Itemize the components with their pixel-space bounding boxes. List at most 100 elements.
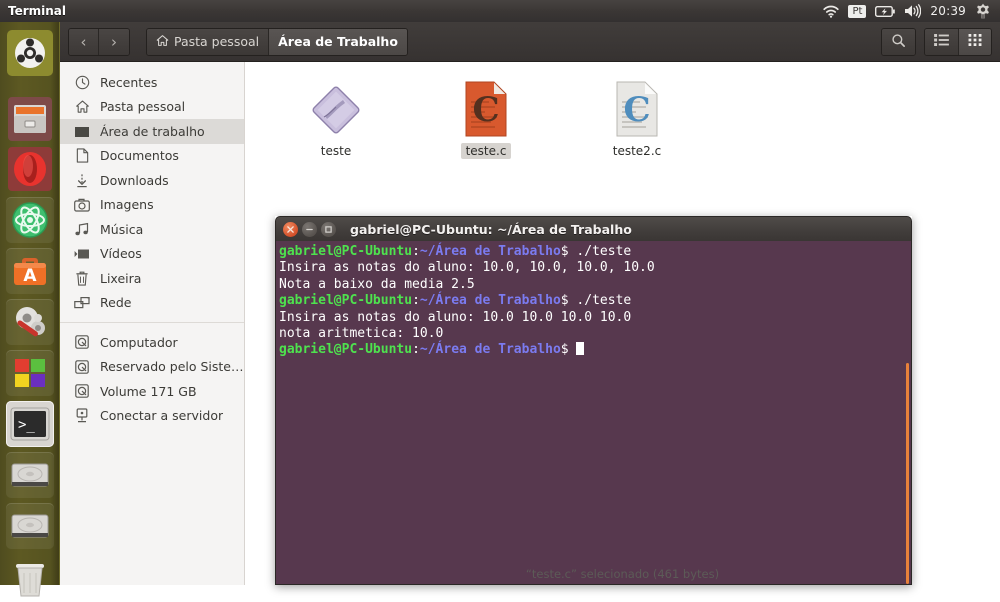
wifi-icon[interactable] — [823, 0, 840, 22]
sidebar-item-lixeira[interactable]: Lixeira — [60, 266, 244, 291]
terminal-prompt-user: gabriel@PC-Ubuntu — [279, 244, 413, 259]
sidebar-item-label: Reservado pelo Sistema — [100, 359, 244, 375]
file-item-label: teste2.c — [612, 144, 662, 158]
maximize-button[interactable] — [321, 221, 336, 237]
sidebar-item-videos[interactable]: Vídeos — [60, 242, 244, 267]
terminal-prompt-path: ~/Área de Trabalho — [419, 244, 561, 259]
home-icon — [74, 99, 90, 115]
breadcrumb-item-desktop-label: Área de Trabalho — [278, 34, 398, 49]
drive-icon — [74, 334, 90, 350]
disk-volume-icon[interactable] — [6, 452, 54, 498]
sidebar-item-recentes[interactable]: Recentes — [60, 70, 244, 95]
sidebar-item-label: Downloads — [100, 172, 169, 188]
sidebar-item-imagens[interactable]: Imagens — [60, 193, 244, 218]
terminal-prompt-end: $ — [560, 244, 569, 259]
folder-icon — [74, 123, 90, 139]
sidebar-item-label: Imagens — [100, 197, 154, 213]
sidebar-item-documentos[interactable]: Documentos — [60, 144, 244, 169]
terminal-command: ./teste — [568, 293, 632, 309]
clock[interactable]: 20:39 — [930, 0, 966, 22]
terminal-line: nota aritmetica: 10.0 — [279, 326, 444, 342]
sidebar-item-area-de-trabalho[interactable]: Área de trabalho — [60, 119, 244, 144]
terminal-scrollbar[interactable] — [906, 363, 909, 584]
system-settings-icon[interactable] — [6, 299, 54, 345]
svg-text:C: C — [472, 90, 499, 130]
breadcrumb-item-home[interactable]: Pasta pessoal — [147, 28, 270, 55]
camera-icon — [74, 197, 90, 213]
sidebar-item-reservado-pelo-sistema[interactable]: Reservado pelo Sistema — [60, 355, 244, 380]
search-icon — [891, 33, 906, 51]
close-button[interactable] — [283, 221, 298, 237]
sidebar-item-downloads[interactable]: Downloads — [60, 168, 244, 193]
file-item-teste[interactable]: teste — [291, 77, 381, 159]
trash-icon[interactable] — [6, 556, 54, 602]
home-icon — [156, 34, 169, 50]
view-mode-switcher[interactable] — [924, 27, 992, 56]
sidebar-item-volume-171-gb[interactable]: Volume 171 GB — [60, 379, 244, 404]
sidebar-item-computador[interactable]: Computador — [60, 330, 244, 355]
atom-editor-icon[interactable] — [6, 197, 54, 243]
terminal-prompt-user: gabriel@PC-Ubuntu — [279, 293, 413, 309]
ubuntu-software-icon[interactable]: A — [6, 248, 54, 294]
terminal-icon[interactable]: >_ — [6, 401, 54, 447]
opera-browser-icon[interactable] — [6, 146, 54, 192]
sidebar-item-label: Rede — [100, 295, 132, 311]
clock-icon — [74, 74, 90, 90]
c-source-icon: C — [441, 77, 531, 137]
back-button[interactable]: ‹ — [69, 28, 99, 55]
sidebar-item-label: Volume 171 GB — [100, 383, 197, 399]
terminal-line: gabriel@PC-Ubuntu:~/Área de Trabalho$ ./… — [279, 244, 911, 260]
terminal-line: gabriel@PC-Ubuntu:~/Área de Trabalho$ — [279, 342, 911, 358]
download-icon — [74, 172, 90, 188]
sidebar-item-label: Pasta pessoal — [100, 99, 186, 115]
system-menu-gear-icon[interactable] — [975, 0, 991, 22]
sidebar-item-label: Documentos — [100, 148, 179, 164]
forward-button[interactable]: › — [99, 28, 129, 55]
terminal-cursor — [576, 342, 585, 356]
file-item-label: teste — [320, 144, 352, 158]
svg-text:A: A — [23, 266, 37, 286]
file-item-teste2-c[interactable]: C teste2.c — [592, 77, 682, 159]
panel-app-title[interactable]: Terminal — [8, 4, 66, 18]
executable-icon — [291, 77, 381, 137]
svg-text:C: C — [623, 90, 650, 130]
sidebar-item-musica[interactable]: Música — [60, 217, 244, 242]
minimize-button[interactable] — [302, 221, 317, 237]
grid-view-button[interactable] — [959, 28, 991, 55]
files-nautilus-icon[interactable] — [6, 96, 54, 142]
search-button[interactable] — [882, 28, 915, 55]
breadcrumb[interactable]: Pasta pessoal Área de Trabalho — [146, 27, 408, 56]
clock-label: 20:39 — [930, 4, 966, 18]
unity-launcher[interactable]: A >_ — [0, 22, 60, 597]
windows-tiles-icon[interactable] — [6, 350, 54, 396]
sidebar-item-pasta-pessoal[interactable]: Pasta pessoal — [60, 95, 244, 120]
sidebar-item-label: Música — [100, 221, 144, 237]
terminal-line: Insira as notas do aluno: 10.0, 10.0, 10… — [279, 260, 655, 276]
trash-icon — [74, 270, 90, 286]
file-item-label: teste.c — [460, 143, 512, 159]
sidebar-item-label: Conectar a servidor — [100, 408, 224, 424]
terminal-line: gabriel@PC-Ubuntu:~/Área de Trabalho$ ./… — [279, 293, 911, 309]
terminal-prompt-end: $ — [560, 342, 569, 358]
file-item-teste-c[interactable]: C teste.c — [441, 77, 531, 159]
disk-volume-2-icon[interactable] — [6, 503, 54, 549]
server-icon — [74, 408, 90, 424]
video-icon — [74, 246, 90, 262]
grid-view-icon — [968, 34, 982, 49]
list-view-button[interactable] — [925, 28, 959, 55]
terminal-output[interactable]: gabriel@PC-Ubuntu:~/Área de Trabalho$ ./… — [275, 241, 912, 585]
navigation-buttons[interactable]: ‹ › — [68, 27, 130, 56]
sidebar-item-conectar-a-servidor[interactable]: Conectar a servidor — [60, 404, 244, 429]
keyboard-layout-indicator[interactable]: Pt — [848, 0, 867, 22]
c-source-alt-icon: C — [592, 77, 682, 137]
keyboard-layout-label: Pt — [848, 4, 867, 18]
ubuntu-dash-icon[interactable] — [6, 30, 54, 76]
sidebar-item-rede[interactable]: Rede — [60, 291, 244, 316]
terminal-titlebar[interactable]: gabriel@PC-Ubuntu: ~/Área de Trabalho — [275, 216, 912, 241]
volume-icon[interactable] — [904, 0, 922, 22]
terminal-prompt-sep: : — [412, 244, 420, 259]
battery-icon[interactable] — [875, 0, 896, 22]
terminal-command: ./teste — [568, 244, 632, 259]
terminal-window[interactable]: gabriel@PC-Ubuntu: ~/Área de Trabalho ga… — [275, 216, 912, 585]
breadcrumb-item-desktop[interactable]: Área de Trabalho — [269, 28, 407, 55]
